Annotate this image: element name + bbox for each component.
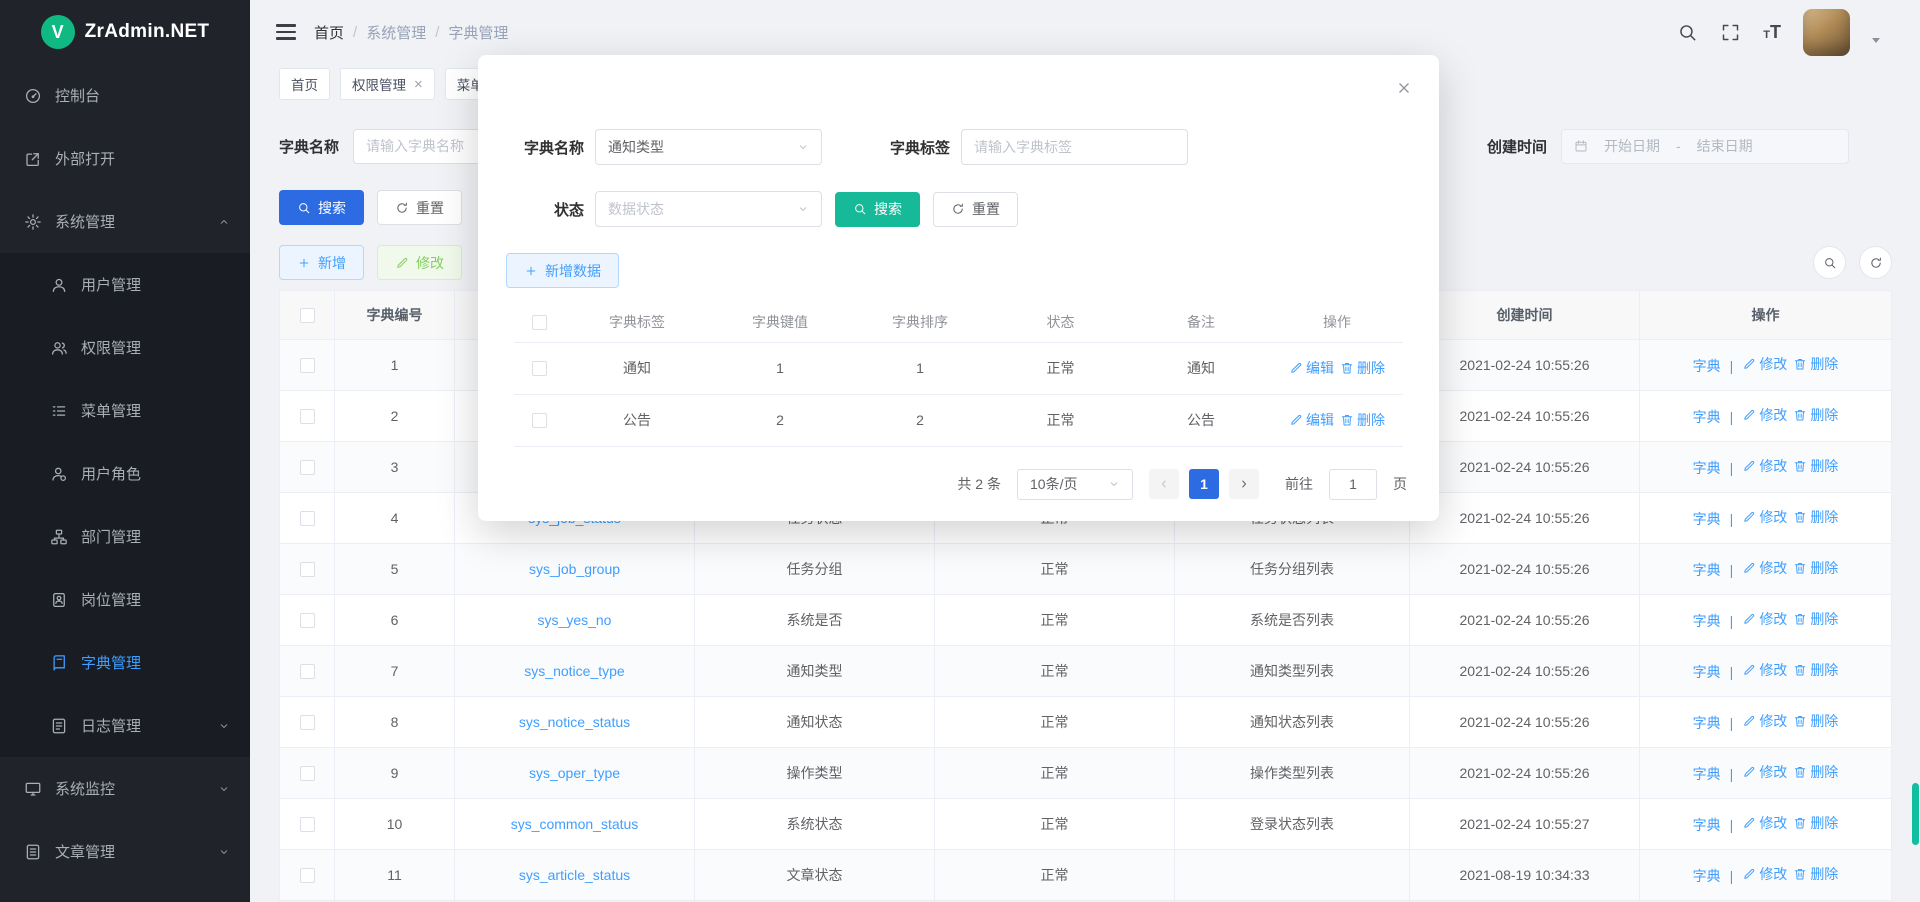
prev-page-button[interactable]	[1149, 469, 1179, 499]
edit-icon	[1289, 413, 1303, 427]
row-checkbox[interactable]	[532, 361, 547, 376]
dialog-table-header: 状态	[990, 302, 1131, 342]
cell-operations: 编辑删除	[1271, 394, 1403, 446]
dialog-reset-button[interactable]: 重置	[933, 192, 1018, 227]
dialog-table-header: 字典键值	[710, 302, 850, 342]
pager: 1	[1149, 469, 1259, 499]
dict-data-dialog: 字典名称 通知类型 字典标签 状态 数据状态 搜索	[478, 55, 1439, 521]
dialog-table-header: 字典排序	[850, 302, 990, 342]
add-data-label: 新增数据	[545, 261, 601, 281]
cell-dict-value: 2	[710, 394, 850, 446]
dialog-table-header-select	[514, 302, 564, 342]
dialog-reset-label: 重置	[972, 199, 1000, 219]
page-size-value: 10条/页	[1030, 474, 1077, 494]
cell-remark: 公告	[1131, 394, 1271, 446]
search-icon	[853, 202, 867, 216]
dialog-body: 字典名称 通知类型 字典标签 状态 数据状态 搜索	[478, 55, 1439, 500]
page-suffix: 页	[1393, 474, 1407, 494]
goto-page-input[interactable]	[1329, 469, 1377, 500]
page-size-select[interactable]: 10条/页	[1017, 469, 1133, 500]
dialog-table-header: 备注	[1131, 302, 1271, 342]
dialog-table-row: 通知11正常通知编辑删除	[514, 342, 1403, 394]
page-1-button[interactable]: 1	[1189, 469, 1219, 499]
plus-icon	[524, 264, 538, 278]
dict-label-input[interactable]	[961, 129, 1188, 165]
close-icon[interactable]	[1395, 79, 1413, 97]
dict-data-table: 字典标签字典键值字典排序状态备注操作 通知11正常通知编辑删除公告22正常公告编…	[514, 302, 1403, 447]
edit-link[interactable]: 编辑	[1289, 358, 1334, 378]
row-checkbox[interactable]	[532, 413, 547, 428]
dialog-table-header: 字典标签	[564, 302, 710, 342]
dialog-search-button[interactable]: 搜索	[835, 192, 920, 227]
trash-icon	[1340, 413, 1354, 427]
pagination: 共 2 条 10条/页 1 前往 页	[510, 469, 1407, 500]
dialog-filter-row-2: 状态 数据状态 搜索 重置	[506, 191, 1439, 227]
delete-link[interactable]: 删除	[1340, 410, 1385, 430]
cell-status: 正常	[990, 394, 1131, 446]
status-select-placeholder: 数据状态	[608, 199, 664, 219]
select-all-checkbox[interactable]	[532, 315, 547, 330]
dict-name-select[interactable]: 通知类型	[595, 129, 822, 165]
chevron-down-icon	[1108, 478, 1120, 490]
dict-name-selected-value: 通知类型	[608, 137, 664, 157]
cell-dict-label: 通知	[564, 342, 710, 394]
dialog-search-label: 搜索	[874, 199, 902, 219]
goto-label: 前往	[1285, 474, 1313, 494]
dialog-status-label: 状态	[506, 199, 584, 220]
cell-dict-sort: 1	[850, 342, 990, 394]
delete-link[interactable]: 删除	[1340, 358, 1385, 378]
scrollbar-thumb[interactable]	[1912, 783, 1919, 845]
dialog-filter-row-1: 字典名称 通知类型 字典标签	[506, 129, 1439, 165]
edit-icon	[1289, 361, 1303, 375]
cell-status: 正常	[990, 342, 1131, 394]
dialog-dict-name-label: 字典名称	[506, 137, 584, 158]
app-root: V ZrAdmin.NET 控制台外部打开系统管理用户管理权限管理菜单管理用户角…	[0, 0, 1920, 902]
trash-icon	[1340, 361, 1354, 375]
next-page-button[interactable]	[1229, 469, 1259, 499]
total-count: 共 2 条	[957, 474, 1001, 494]
add-data-button[interactable]: 新增数据	[506, 253, 619, 288]
edit-link[interactable]: 编辑	[1289, 410, 1334, 430]
refresh-icon	[951, 202, 965, 216]
chevron-down-icon	[797, 141, 809, 153]
cell-dict-label: 公告	[564, 394, 710, 446]
dialog-table-row: 公告22正常公告编辑删除	[514, 394, 1403, 446]
dialog-dict-label-label: 字典标签	[872, 137, 950, 158]
cell-remark: 通知	[1131, 342, 1271, 394]
status-select[interactable]: 数据状态	[595, 191, 822, 227]
dialog-table-header: 操作	[1271, 302, 1403, 342]
cell-operations: 编辑删除	[1271, 342, 1403, 394]
cell-dict-value: 1	[710, 342, 850, 394]
chevron-down-icon	[797, 203, 809, 215]
cell-dict-sort: 2	[850, 394, 990, 446]
